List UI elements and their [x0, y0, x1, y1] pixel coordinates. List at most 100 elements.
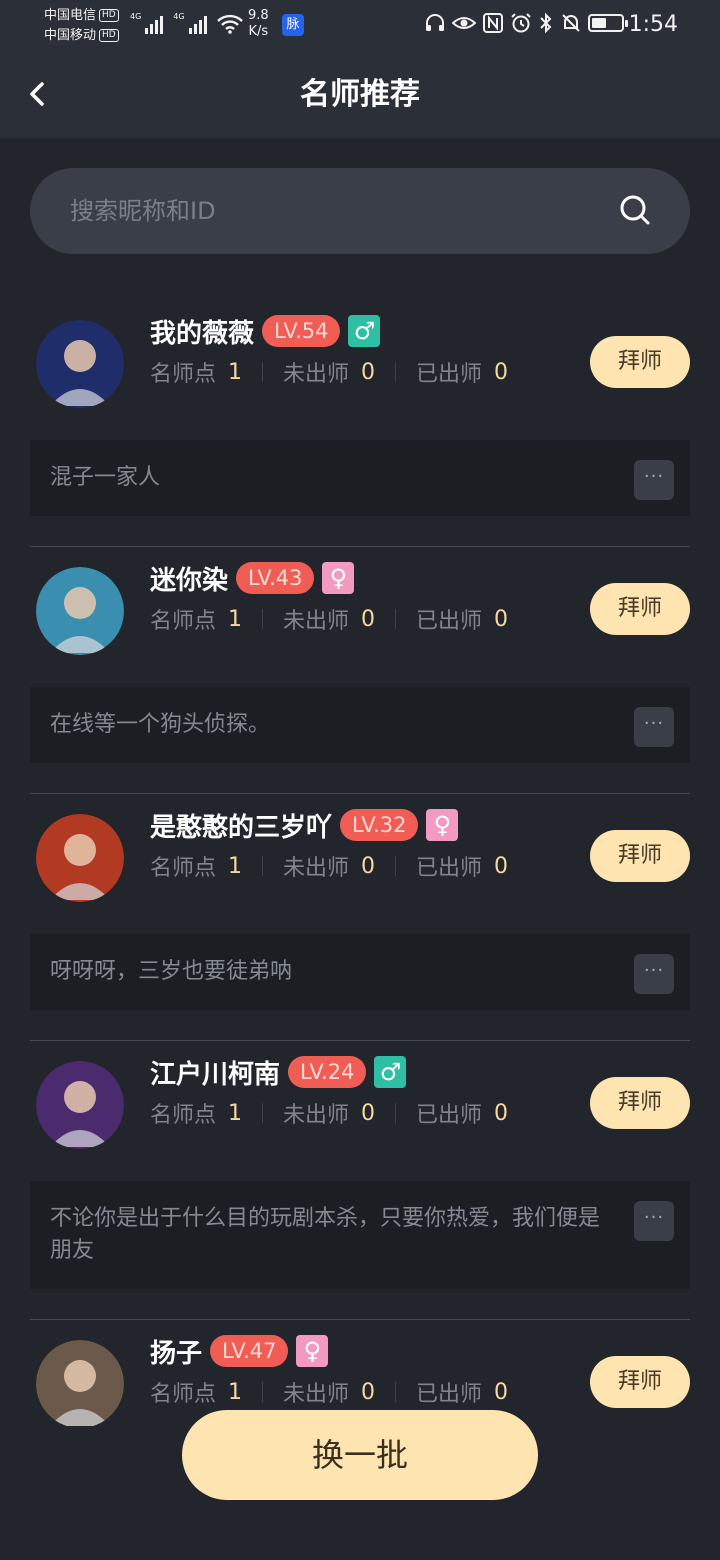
teacher-description: 混子一家人 ··· — [30, 440, 690, 516]
unfinished-label: 未出师 — [283, 1382, 350, 1407]
unfinished-value: 0 — [361, 606, 376, 632]
avatar[interactable] — [36, 567, 124, 655]
name-line: 扬子 LV.47 ♀ — [150, 1334, 329, 1369]
unfinished-label: 未出师 — [283, 1103, 350, 1128]
description-text: 在线等一个狗头侦探。 — [50, 712, 271, 737]
avatar-image — [36, 1340, 124, 1426]
avatar[interactable] — [36, 814, 124, 902]
apprentice-button[interactable]: 拜师 — [590, 1077, 690, 1129]
points-label: 名师点 — [150, 362, 217, 387]
status-icons — [424, 12, 628, 34]
level-badge: LV.43 — [236, 562, 315, 594]
unfinished-label: 未出师 — [283, 609, 350, 634]
teacher-summary: 迷你染 LV.43 ♀ 名师点 1 未出师 0 已出师 0 拜师 — [30, 547, 690, 687]
avatar-image — [36, 320, 124, 408]
refresh-batch-button[interactable]: 换一批 — [182, 1410, 538, 1500]
avatar[interactable] — [36, 1061, 124, 1149]
teacher-name: 扬子 — [150, 1338, 203, 1369]
points-value: 1 — [228, 1379, 243, 1405]
finished-label: 已出师 — [416, 1103, 483, 1128]
unfinished-value: 0 — [361, 1379, 376, 1405]
finished-value: 0 — [494, 606, 509, 632]
mute-icon — [562, 14, 580, 32]
name-line: 迷你染 LV.43 ♀ — [150, 561, 355, 596]
teacher-stats: 名师点 1 未出师 0 已出师 0 — [150, 1097, 508, 1129]
unfinished-value: 0 — [361, 1100, 376, 1126]
finished-value: 0 — [494, 1100, 509, 1126]
points-label: 名师点 — [150, 856, 217, 881]
teacher-stats: 名师点 1 未出师 0 已出师 0 — [150, 1376, 508, 1408]
more-options-button[interactable]: ··· — [634, 954, 674, 994]
apprentice-button[interactable]: 拜师 — [590, 830, 690, 882]
status-bar: 中国电信 HD 中国移动 HD 4G 4G 9.8 K/s 脉 1:54 — [0, 0, 720, 52]
nfc-icon — [483, 13, 503, 33]
more-options-button[interactable]: ··· — [634, 707, 674, 747]
female-gender-icon: ♀ — [426, 809, 459, 841]
carrier-1: 中国电信 — [44, 8, 97, 23]
points-label: 名师点 — [150, 1103, 217, 1128]
network-type-1: 4G — [130, 12, 142, 21]
level-badge: LV.32 — [340, 809, 419, 841]
description-text: 混子一家人 — [50, 465, 161, 490]
teacher-name: 迷你染 — [150, 565, 229, 596]
finished-value: 0 — [494, 853, 509, 879]
avatar[interactable] — [36, 1340, 124, 1426]
wifi-icon — [216, 14, 243, 34]
search-icon[interactable] — [618, 193, 652, 227]
stat-divider — [395, 1382, 397, 1402]
name-line: 是憨憨的三岁吖 LV.32 ♀ — [150, 808, 459, 843]
signal-indicators: 4G 4G — [130, 12, 243, 34]
search-bar — [30, 168, 690, 254]
finished-label: 已出师 — [416, 1382, 483, 1407]
stat-divider — [395, 362, 397, 382]
points-value: 1 — [228, 359, 243, 385]
finished-label: 已出师 — [416, 856, 483, 881]
level-badge: LV.54 — [262, 315, 341, 347]
teacher-card: 江户川柯南 LV.24 ♂ 名师点 1 未出师 0 已出师 0 拜师 不论你是出于什么… — [30, 1041, 690, 1320]
teacher-card: 我的薇薇 LV.54 ♂ 名师点 1 未出师 0 已出师 0 拜师 混子一家人 ··· — [30, 300, 690, 547]
search-input[interactable] — [70, 168, 610, 254]
more-options-button[interactable]: ··· — [634, 460, 674, 500]
points-value: 1 — [228, 853, 243, 879]
finished-value: 0 — [494, 359, 509, 385]
apprentice-button[interactable]: 拜师 — [590, 583, 690, 635]
stat-divider — [395, 856, 397, 876]
teacher-name: 是憨憨的三岁吖 — [150, 812, 333, 843]
page-title: 名师推荐 — [300, 77, 420, 112]
points-value: 1 — [228, 606, 243, 632]
signal-icon-1: 4G — [130, 12, 164, 34]
teacher-list: 我的薇薇 LV.54 ♂ 名师点 1 未出师 0 已出师 0 拜师 混子一家人 ··· — [30, 300, 690, 1426]
level-badge: LV.47 — [210, 1335, 289, 1367]
female-gender-icon: ♀ — [296, 1335, 329, 1367]
signal-icon-2: 4G — [173, 12, 207, 34]
female-gender-icon: ♀ — [322, 562, 355, 594]
hd-badge-2: HD — [99, 29, 119, 42]
stat-divider — [262, 856, 264, 876]
alarm-icon — [511, 13, 531, 33]
unfinished-value: 0 — [361, 853, 376, 879]
points-value: 1 — [228, 1100, 243, 1126]
teacher-name: 江户川柯南 — [150, 1059, 281, 1090]
app-notification-icon: 脉 — [282, 14, 304, 36]
teacher-name: 我的薇薇 — [150, 318, 255, 349]
name-line: 我的薇薇 LV.54 ♂ — [150, 314, 381, 349]
teacher-summary: 江户川柯南 LV.24 ♂ 名师点 1 未出师 0 已出师 0 拜师 — [30, 1041, 690, 1181]
stat-divider — [262, 609, 264, 629]
carrier-2: 中国移动 — [44, 28, 97, 43]
stat-divider — [262, 1382, 264, 1402]
name-line: 江户川柯南 LV.24 ♂ — [150, 1055, 407, 1090]
carrier-info: 中国电信 HD 中国移动 HD — [44, 6, 119, 46]
teacher-description: 在线等一个狗头侦探。 ··· — [30, 687, 690, 763]
more-options-button[interactable]: ··· — [634, 1201, 674, 1241]
bluetooth-icon — [540, 12, 552, 34]
description-text: 不论你是出于什么目的玩剧本杀，只要你热爱，我们便是朋友 — [50, 1206, 601, 1263]
apprentice-button[interactable]: 拜师 — [590, 1356, 690, 1408]
hd-badge-1: HD — [99, 9, 119, 22]
eye-icon — [452, 17, 476, 29]
apprentice-button[interactable]: 拜师 — [590, 336, 690, 388]
avatar[interactable] — [36, 320, 124, 408]
teacher-stats: 名师点 1 未出师 0 已出师 0 — [150, 850, 508, 882]
teacher-stats: 名师点 1 未出师 0 已出师 0 — [150, 356, 508, 388]
finished-label: 已出师 — [416, 362, 483, 387]
speed-value: 9.8 — [248, 8, 269, 23]
